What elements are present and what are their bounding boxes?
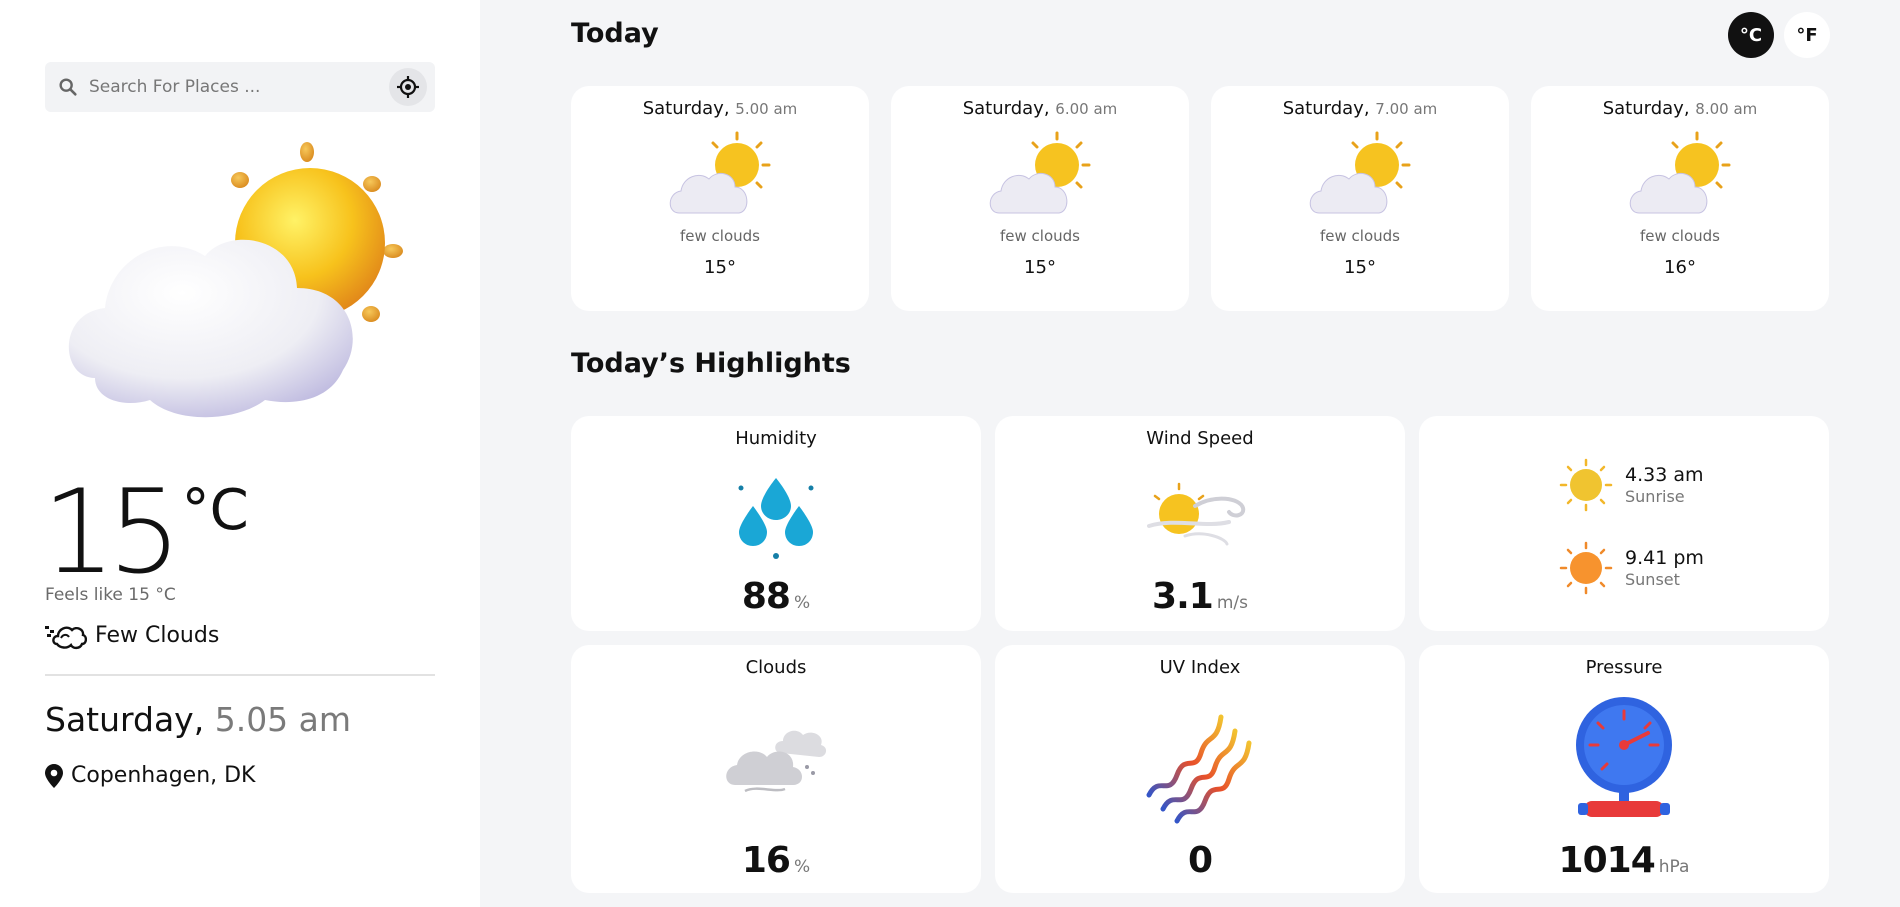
hour-condition: few clouds (1320, 227, 1400, 245)
crosshair-icon (397, 76, 419, 98)
clouds-label: Clouds (745, 657, 807, 678)
divider (45, 674, 435, 676)
hour-temp: 16° (1664, 257, 1696, 278)
current-location-button[interactable] (389, 68, 427, 106)
hour-condition: few clouds (680, 227, 760, 245)
wind-sun-icon (1147, 482, 1246, 546)
sunrise-row: 4.33 am Sunrise (1559, 458, 1704, 512)
sunset-icon (1559, 541, 1613, 595)
few-clouds-icon (1309, 131, 1411, 214)
clouds-value: 16 (741, 840, 791, 881)
hour-card[interactable]: Saturday, 8.00 am few clouds 16° (1531, 86, 1829, 311)
main-panel: Today °C °F Saturday, 5.00 am few clouds… (480, 0, 1900, 907)
hour-day: Saturday, (642, 98, 730, 119)
pressure-value: 1014 (1558, 840, 1656, 881)
sidebar: 15 °C Feels like 15 °C Few Clouds Saturd… (0, 0, 480, 907)
sunrise-icon (1559, 458, 1613, 512)
uv-index-card: UV Index 0 (995, 645, 1405, 893)
wind-speed-card: Wind Speed 3.1 m/s (995, 416, 1405, 631)
search-input[interactable] (89, 72, 409, 102)
uv-label: UV Index (1159, 657, 1241, 678)
few-clouds-icon (1629, 131, 1731, 214)
hour-temp: 15° (1344, 257, 1376, 278)
hour-temp: 15° (1024, 257, 1056, 278)
search-bar (45, 62, 435, 112)
hour-time: 8.00 am (1695, 100, 1758, 118)
fahrenheit-button[interactable]: °F (1784, 12, 1830, 58)
water-drops-icon (738, 478, 814, 559)
hour-time: 7.00 am (1375, 100, 1438, 118)
wind-value: 3.1 (1152, 576, 1214, 617)
humidity-label: Humidity (735, 428, 817, 449)
hour-time: 6.00 am (1055, 100, 1118, 118)
cloud-icon (45, 626, 87, 650)
uv-value: 0 (1187, 840, 1213, 881)
hour-day: Saturday, (962, 98, 1050, 119)
hour-condition: few clouds (1000, 227, 1080, 245)
few-clouds-icon (989, 131, 1091, 214)
search-icon (59, 78, 77, 96)
hour-condition: few clouds (1640, 227, 1720, 245)
weather-hero-icon (68, 142, 403, 418)
hour-temp: 15° (704, 257, 736, 278)
hour-day: Saturday, (1602, 98, 1690, 119)
sunset-label: Sunset (1625, 570, 1680, 589)
hour-card[interactable]: Saturday, 5.00 am few clouds 15° (571, 86, 869, 311)
today-title: Today (571, 18, 659, 49)
pressure-gauge-icon (1576, 697, 1672, 817)
weather-condition: Few Clouds (45, 620, 219, 650)
current-time: 5.05 am (214, 700, 352, 739)
hour-time: 5.00 am (735, 100, 798, 118)
wind-label: Wind Speed (1146, 428, 1254, 449)
pressure-unit: hPa (1658, 857, 1690, 877)
celsius-button[interactable]: °C (1728, 12, 1774, 58)
sunrise-label: Sunrise (1625, 487, 1685, 506)
location-text: Copenhagen, DK (71, 763, 256, 788)
hour-day: Saturday, (1282, 98, 1370, 119)
sunrise-sunset-card: 4.33 am Sunrise 9.41 pm Sunset (1419, 416, 1829, 631)
current-temperature: 15 °C (42, 475, 249, 591)
humidity-card: Humidity 88% (571, 416, 981, 631)
condition-text: Few Clouds (95, 622, 220, 648)
sunset-time: 9.41 pm (1625, 547, 1704, 569)
humidity-unit: % (793, 593, 811, 613)
clouds-icon (726, 730, 827, 793)
sunrise-time: 4.33 am (1625, 464, 1704, 486)
current-datetime: Saturday, 5.05 am (45, 700, 351, 739)
hour-card[interactable]: Saturday, 6.00 am few clouds 15° (891, 86, 1189, 311)
wind-unit: m/s (1216, 593, 1248, 613)
few-clouds-icon (669, 131, 771, 214)
hour-card[interactable]: Saturday, 7.00 am few clouds 15° (1211, 86, 1509, 311)
humidity-value: 88 (741, 576, 791, 617)
location-pin-icon (45, 763, 63, 788)
pressure-label: Pressure (1585, 657, 1663, 678)
temperature-value: 15 (42, 465, 182, 600)
clouds-unit: % (793, 857, 811, 877)
highlights-title: Today’s Highlights (571, 348, 851, 379)
pressure-card: Pressure 1014 hPa (1419, 645, 1829, 893)
clouds-card: Clouds 16% (571, 645, 981, 893)
heat-waves-icon (1146, 714, 1252, 824)
sunset-row: 9.41 pm Sunset (1559, 541, 1704, 595)
current-location: Copenhagen, DK (45, 763, 256, 788)
current-day: Saturday, (45, 700, 205, 739)
feels-like: Feels like 15 °C (45, 585, 176, 605)
temperature-unit: °C (181, 478, 249, 543)
